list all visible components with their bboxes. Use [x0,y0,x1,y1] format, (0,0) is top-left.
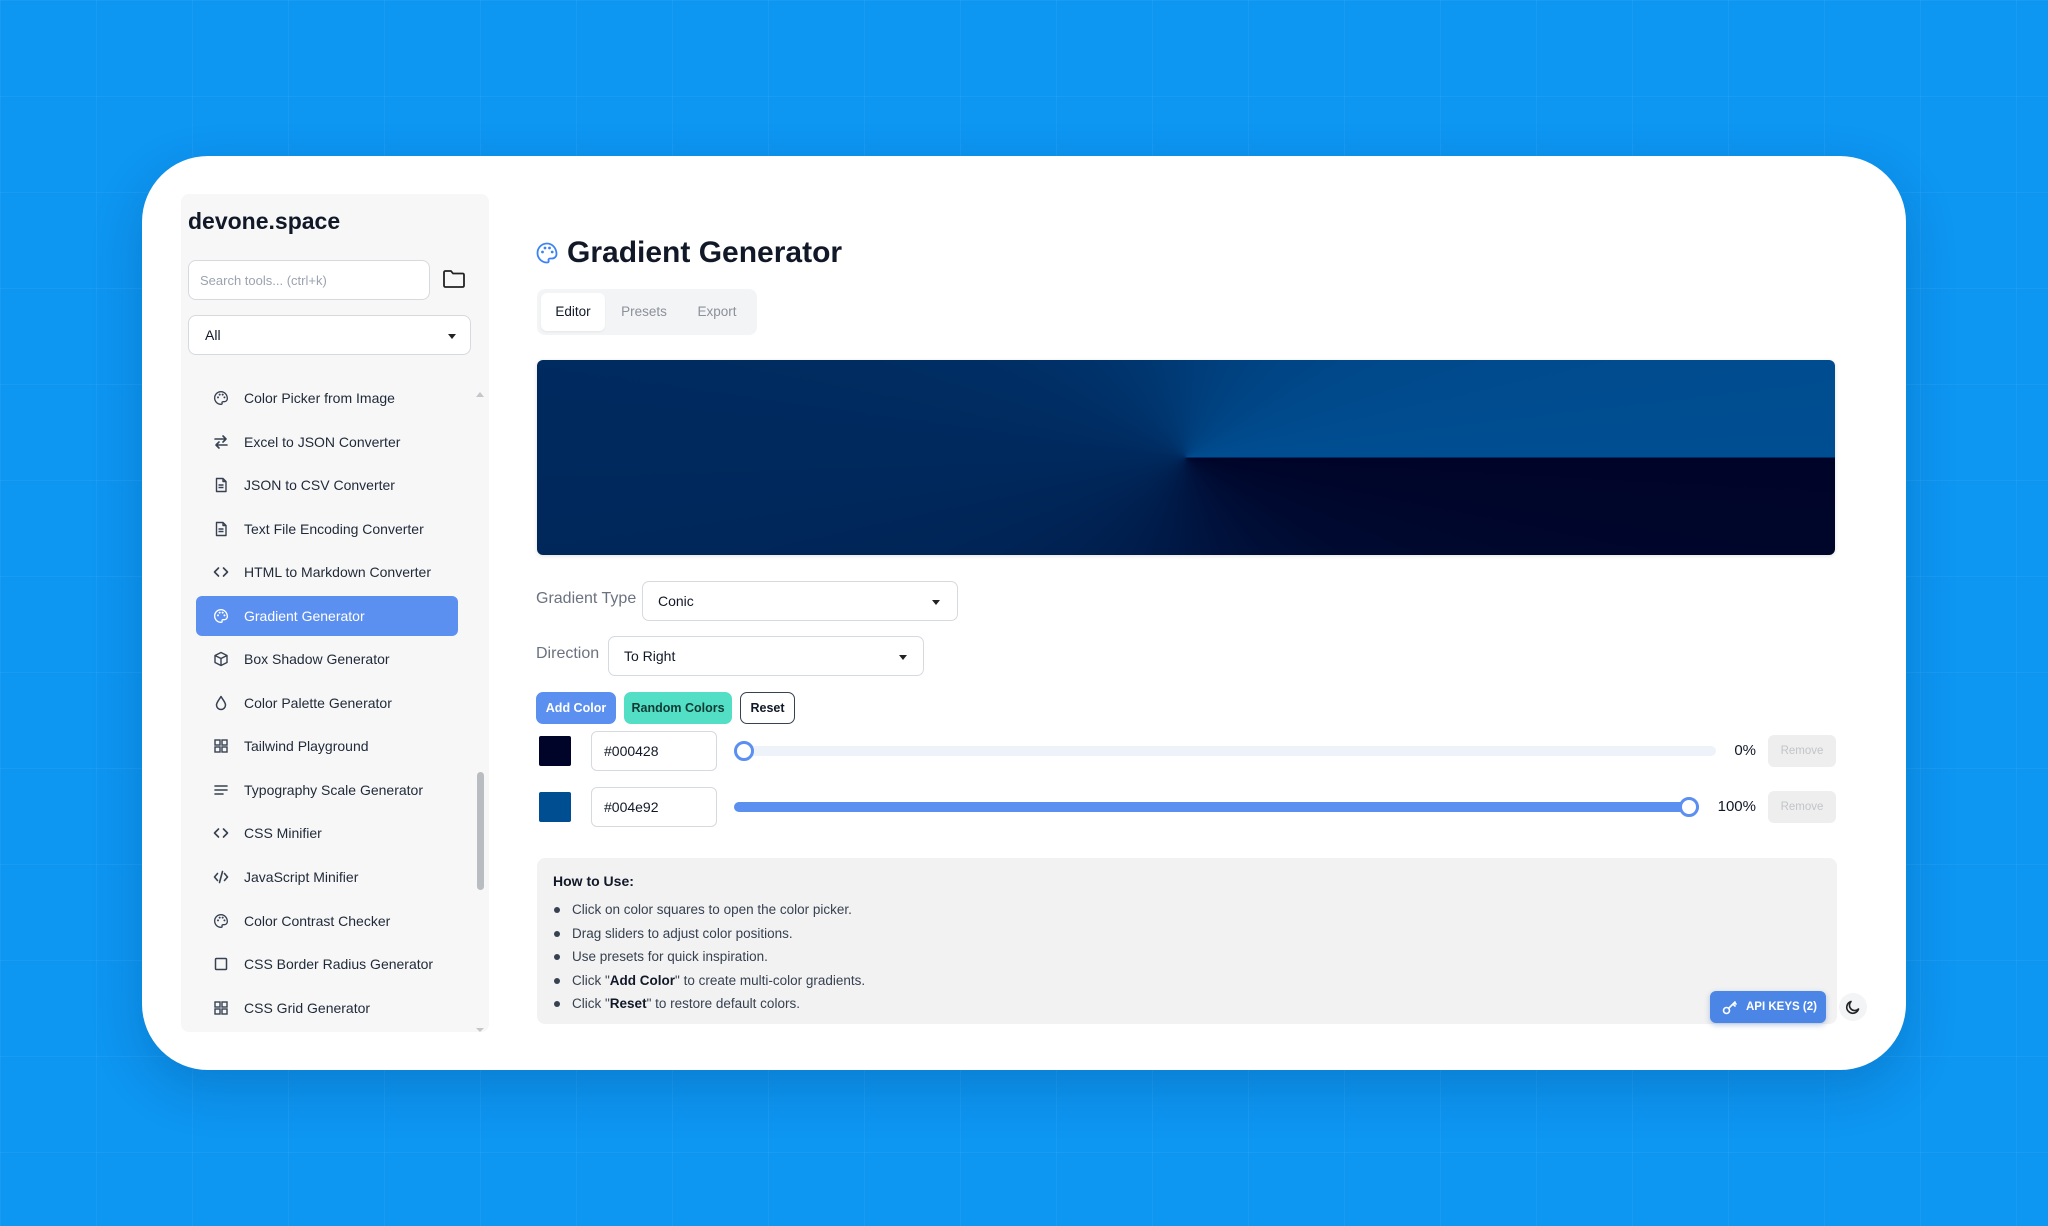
list-item: Drag sliders to adjust color positions. [553,922,865,946]
chevron-down-icon [899,655,907,660]
position-percent: 100% [1717,798,1756,815]
list-item: Click "Add Color" to create multi-color … [553,969,865,993]
sidebar-item[interactable]: Color Palette Generator [196,683,458,723]
chevron-down-icon [932,600,940,605]
slider-handle[interactable] [734,741,754,761]
direction-value: To Right [624,648,676,664]
reset-button[interactable]: Reset [740,692,795,724]
droplet-icon [212,694,230,712]
sidebar-item[interactable]: HTML to Markdown Converter [196,552,458,592]
sidebar-scrollbar[interactable] [477,772,484,890]
random-colors-button[interactable]: Random Colors [624,692,732,724]
search-input[interactable] [188,260,430,300]
theme-toggle-button[interactable] [1839,993,1867,1021]
sidebar-item[interactable]: Tailwind Playground [196,726,458,766]
palette-icon [535,241,559,265]
list-item: Click on color squares to open the color… [553,898,865,922]
sidebar-item-label: JavaScript Minifier [244,869,359,886]
tab-export[interactable]: Export [683,293,751,331]
sidebar-item[interactable]: Color Picker from Image [196,378,458,418]
how-to-title: How to Use: [553,873,634,889]
grid-icon [212,737,230,755]
chevron-down-icon [448,334,456,339]
sidebar-item-label: Gradient Generator [244,607,365,624]
direction-select[interactable]: To Right [608,636,924,676]
tab-bar: Editor Presets Export [537,289,757,335]
file-text-icon [212,520,230,538]
palette-icon [212,912,230,930]
palette-icon [212,389,230,407]
hex-input[interactable]: #000428 [591,731,717,771]
list-item: Click "Reset" to restore default colors. [553,992,865,1016]
grid-icon [212,999,230,1017]
position-slider[interactable] [734,741,1716,761]
moon-icon [1845,1000,1860,1015]
sidebar-item-label: Tailwind Playground [244,738,369,755]
sidebar-item-label: Typography Scale Generator [244,781,423,798]
position-percent: 0% [1734,742,1756,759]
box-icon [212,650,230,668]
gradient-preview [537,360,1835,555]
sidebar-item[interactable]: Box Shadow Generator [196,639,458,679]
tab-editor[interactable]: Editor [541,293,605,331]
gradient-type-select[interactable]: Conic [642,581,958,621]
sidebar-item-label: Color Palette Generator [244,694,392,711]
sidebar-item-label: JSON to CSV Converter [244,477,395,494]
slider-handle[interactable] [1679,797,1699,817]
color-swatch[interactable] [539,792,571,822]
color-swatch[interactable] [539,736,571,766]
sidebar-item-label: CSS Grid Generator [244,999,371,1016]
sidebar-item[interactable]: JavaScript Minifier [196,857,458,897]
folder-icon[interactable] [442,268,466,290]
sidebar-item[interactable]: CSS Border Radius Generator [196,944,458,984]
sidebar-item[interactable]: Typography Scale Generator [196,770,458,810]
sidebar-item[interactable]: Gradient Generator [196,595,458,636]
slider-fill [734,802,1699,812]
category-select-value: All [205,327,221,343]
remove-button[interactable]: Remove [1768,791,1836,823]
sidebar-item-label: Color Picker from Image [244,390,395,406]
sidebar-item-label: CSS Minifier [244,825,322,842]
position-slider[interactable] [734,797,1699,817]
sidebar-item[interactable]: Excel to JSON Converter [196,422,458,462]
sidebar-item-label: CSS Border Radius Generator [244,956,434,973]
arrows-exchange-icon [212,433,230,451]
tab-presets[interactable]: Presets [609,293,679,331]
code-slash-icon [212,868,230,886]
hex-input[interactable]: #004e92 [591,787,717,827]
sidebar-item-label: Text File Encoding Converter [244,520,424,537]
scroll-down-arrow[interactable] [476,1028,484,1032]
code-icon [212,824,230,842]
sidebar-item-label: HTML to Markdown Converter [244,564,431,581]
file-text-icon [212,476,230,494]
gradient-type-value: Conic [658,593,694,609]
palette-icon [212,607,230,625]
sidebar-item[interactable]: CSS Minifier [196,813,458,853]
sidebar-item-label: Excel to JSON Converter [244,433,401,450]
gradient-type-label: Gradient Type [536,590,637,607]
how-to-list: Click on color squares to open the color… [553,898,865,1016]
square-icon [212,955,230,973]
sidebar-item[interactable]: JSON to CSV Converter [196,465,458,505]
brand-logo[interactable]: devone.space [188,208,340,235]
add-color-button[interactable]: Add Color [536,692,616,724]
direction-label: Direction [536,645,600,662]
sidebar-item[interactable]: Text File Encoding Converter [196,509,458,549]
lines-icon [212,781,230,799]
code-icon [212,563,230,581]
sidebar-item[interactable]: Color Contrast Checker [196,901,458,941]
scroll-up-arrow[interactable] [476,392,484,397]
key-icon [1722,999,1738,1015]
remove-button[interactable]: Remove [1768,735,1836,767]
sidebar-item-label: Box Shadow Generator [244,651,390,668]
sidebar-item-label: Color Contrast Checker [244,912,391,929]
page-title: Gradient Generator [567,236,843,269]
sidebar-item[interactable]: CSS Grid Generator [196,988,458,1028]
category-select[interactable]: All [188,315,471,355]
list-item: Use presets for quick inspiration. [553,945,865,969]
sidebar-nav: Color Picker from Image Excel to JSON Con… [196,378,458,1031]
